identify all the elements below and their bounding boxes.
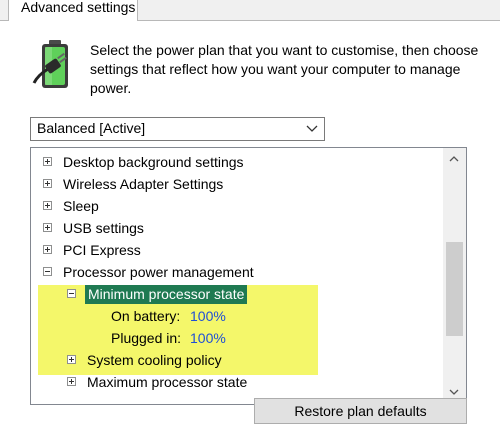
tree-item-label-selected: Minimum processor state [85,285,248,304]
setting-value-on-battery[interactable]: 100% [190,305,226,327]
tree-item-label: System cooling policy [87,352,222,368]
tree-item-label: Processor power management [63,264,254,280]
chevron-down-icon [306,125,318,132]
battery-plug-icon [32,40,68,88]
tree-item-label: Wireless Adapter Settings [63,176,224,192]
restore-plan-defaults-button[interactable]: Restore plan defaults [254,398,467,424]
tab-advanced-settings[interactable]: Advanced settings [8,0,138,21]
intro-text: Select the power plan that you want to c… [90,42,479,96]
collapse-icon[interactable] [43,267,52,276]
expand-icon[interactable] [43,157,52,166]
settings-tree[interactable]: Desktop background settings Wireless Ada… [30,147,467,405]
setting-value-plugged-in[interactable]: 100% [190,327,226,349]
expand-icon[interactable] [43,201,52,210]
scrollbar-thumb[interactable] [446,242,463,336]
vertical-scrollbar[interactable] [443,148,466,404]
tree-item-label: USB settings [63,220,144,236]
chevron-down-icon[interactable] [448,386,460,398]
settings-tree-content: Desktop background settings Wireless Ada… [31,148,443,404]
tree-item-label: PCI Express [63,242,141,258]
tree-item-label: Sleep [63,198,99,214]
expand-icon[interactable] [67,377,76,386]
tree-item-label: Desktop background settings [63,154,244,170]
power-options-dialog: Advanced settings Select the power plan … [0,0,500,440]
setting-label: Plugged in: [111,330,182,346]
collapse-icon[interactable] [67,289,76,298]
expand-icon[interactable] [43,179,52,188]
power-plan-select[interactable]: Balanced [Active] [30,117,325,141]
chevron-up-icon[interactable] [448,153,460,165]
power-plan-selected-value: Balanced [Active] [37,120,146,136]
setting-label: On battery: [111,308,181,324]
expand-icon[interactable] [43,245,52,254]
tree-item-label: Maximum processor state [87,374,248,390]
expand-icon[interactable] [67,355,76,364]
expand-icon[interactable] [43,223,52,232]
advanced-settings-panel: Select the power plan that you want to c… [0,21,500,440]
